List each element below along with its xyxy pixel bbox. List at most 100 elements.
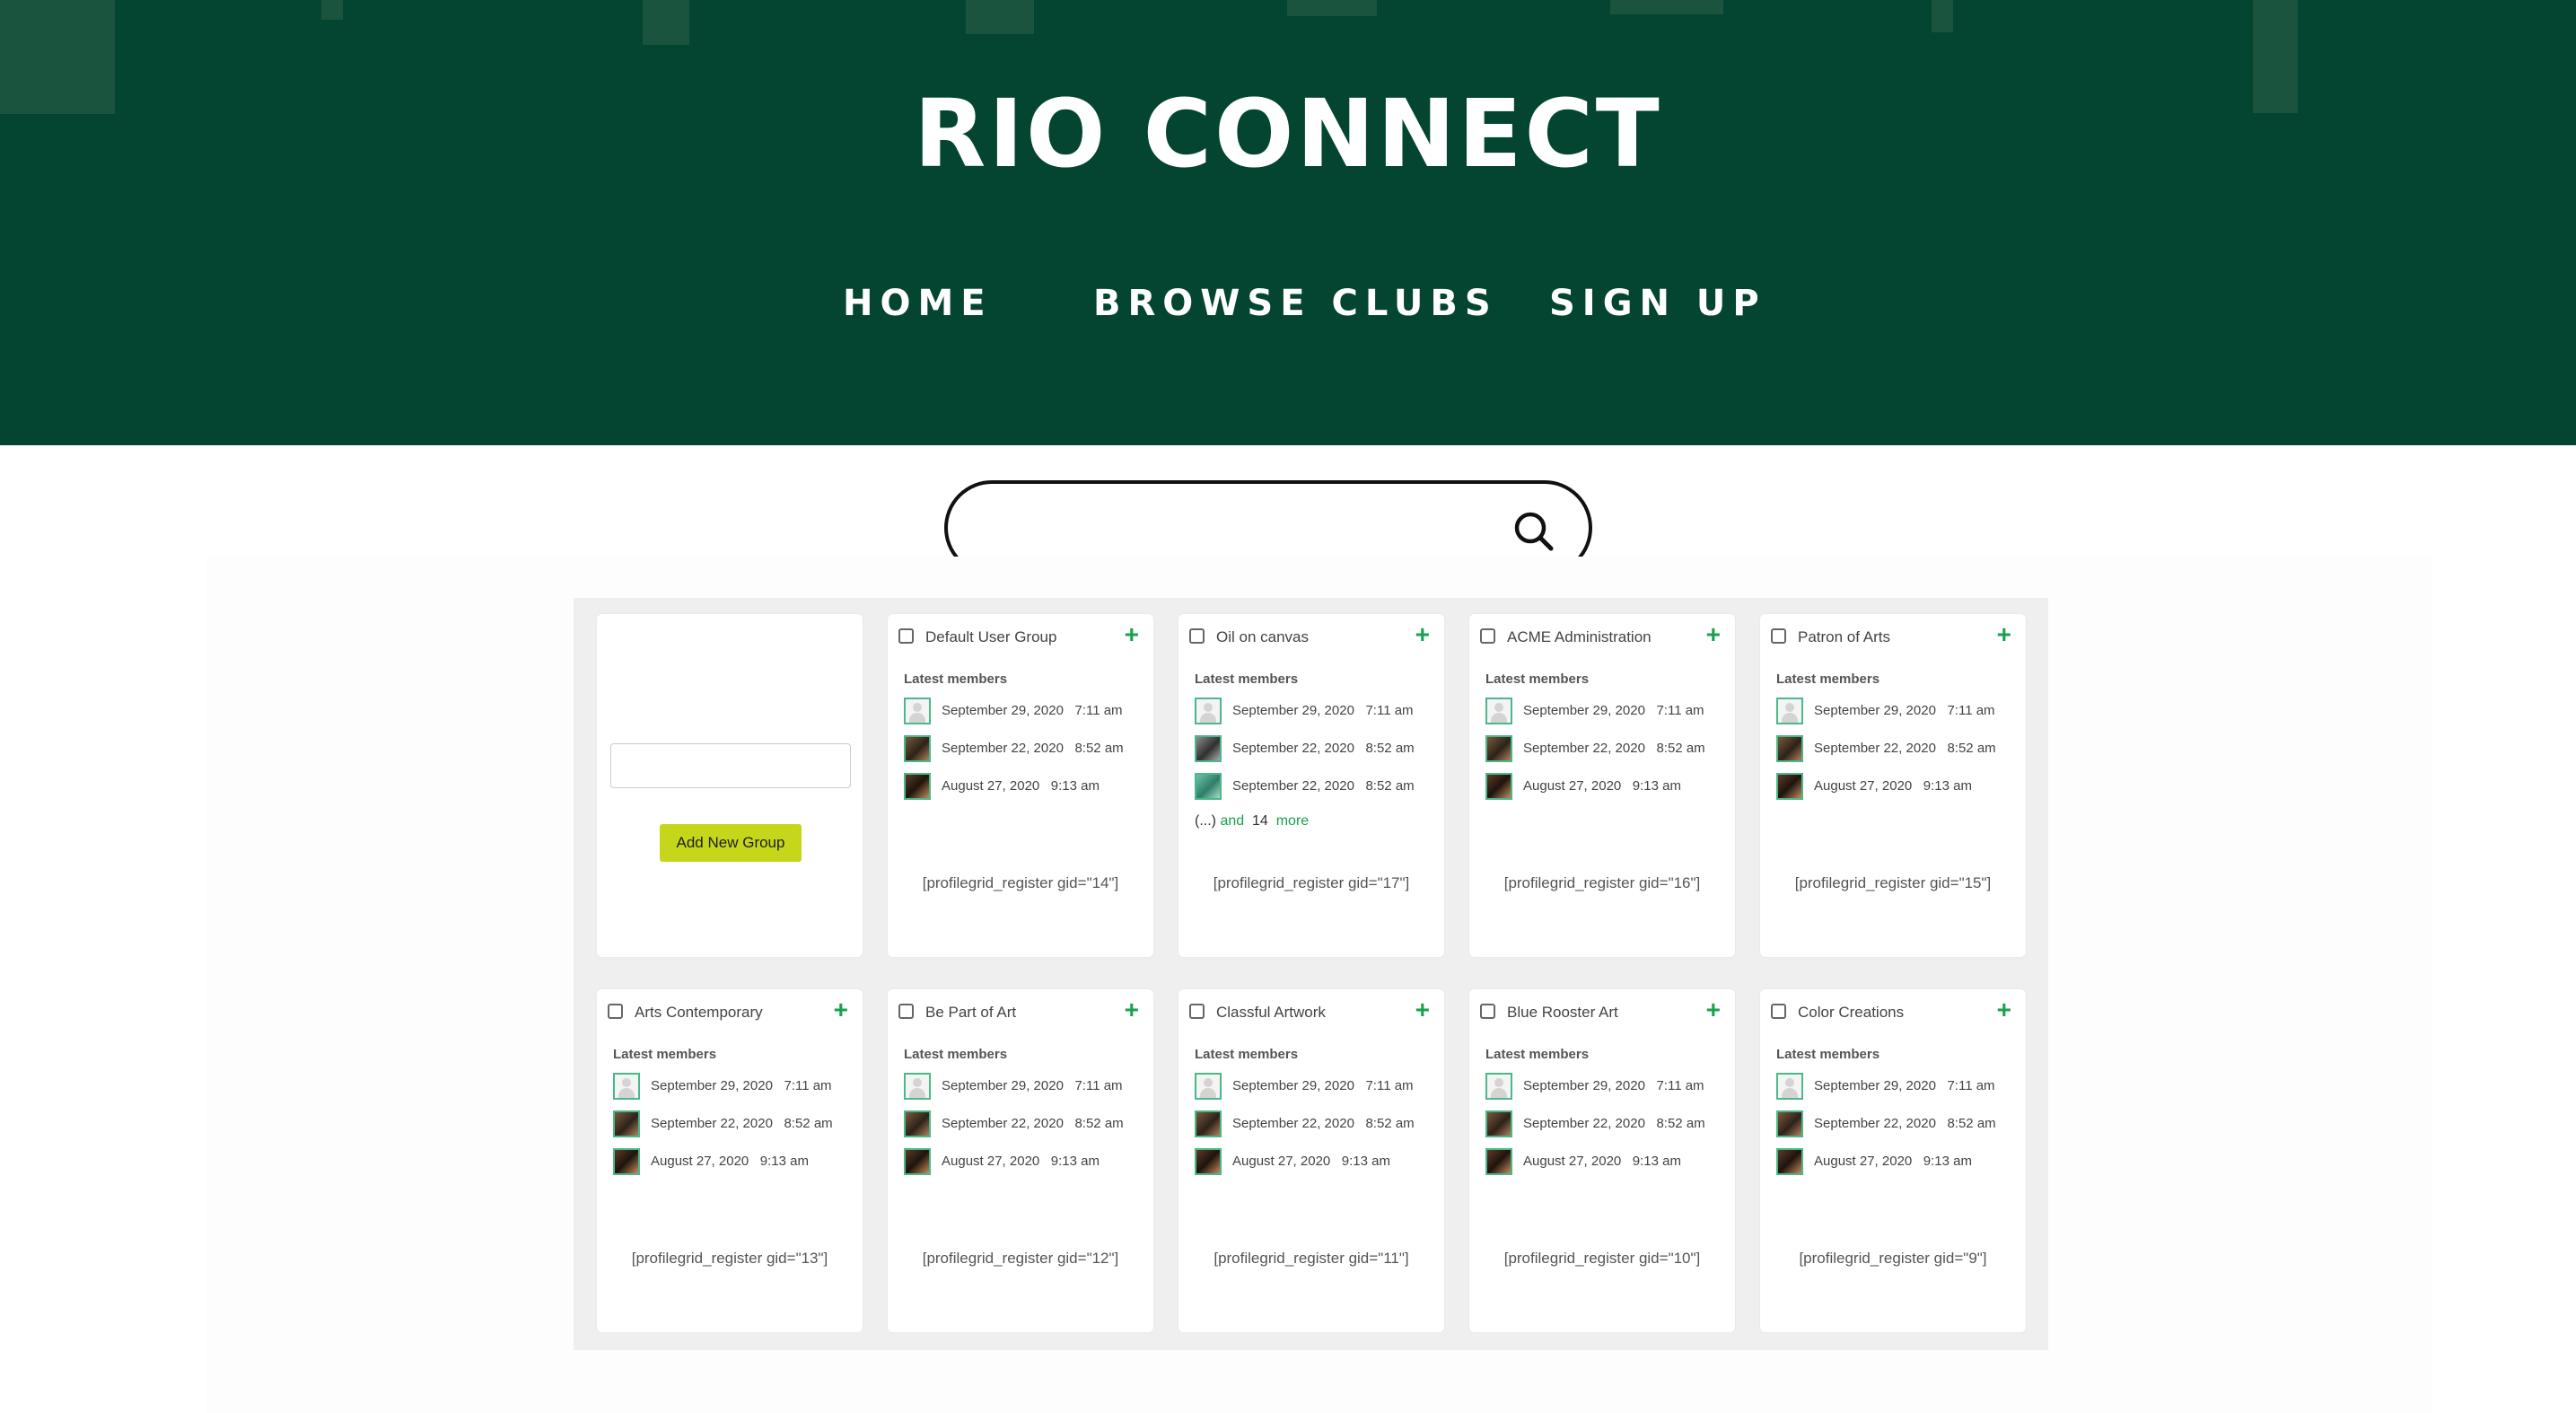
avatar[interactable] bbox=[1195, 1073, 1222, 1100]
member-row: September 29, 2020 7:11 am bbox=[613, 1073, 855, 1103]
register-shortcode: [profilegrid_register gid="15"] bbox=[1794, 874, 1992, 891]
group-name[interactable]: Arts Contemporary bbox=[635, 1004, 763, 1022]
group-card: Arts Contemporary + Latest members Septe… bbox=[597, 989, 863, 1332]
avatar[interactable] bbox=[904, 1073, 931, 1100]
latest-members-label: Latest members bbox=[1485, 671, 1590, 687]
group-select-checkbox[interactable] bbox=[898, 1004, 914, 1019]
group-select-checkbox[interactable] bbox=[898, 628, 914, 644]
avatar[interactable] bbox=[904, 1148, 931, 1175]
member-joined-date: September 29, 2020 7:11 am bbox=[1523, 703, 1704, 718]
group-name[interactable]: Classful Artwork bbox=[1216, 1004, 1326, 1022]
avatar[interactable] bbox=[904, 773, 931, 800]
group-select-checkbox[interactable] bbox=[1480, 1004, 1495, 1019]
search-icon[interactable] bbox=[1511, 509, 1556, 554]
new-group-card: Add New Group bbox=[597, 614, 863, 957]
member-joined-date: September 29, 2020 7:11 am bbox=[942, 1078, 1123, 1093]
member-joined-date: September 29, 2020 7:11 am bbox=[1232, 703, 1414, 718]
member-row: September 22, 2020 8:52 am bbox=[1485, 735, 1728, 766]
avatar[interactable] bbox=[613, 1148, 640, 1175]
member-joined-date: August 27, 2020 9:13 am bbox=[651, 1154, 809, 1169]
avatar[interactable] bbox=[1485, 1073, 1512, 1100]
avatar[interactable] bbox=[904, 1110, 931, 1137]
avatar[interactable] bbox=[1776, 698, 1803, 724]
avatar[interactable] bbox=[1195, 735, 1222, 762]
group-select-checkbox[interactable] bbox=[608, 1004, 623, 1019]
group-card: Oil on canvas + Latest members September… bbox=[1178, 614, 1444, 957]
member-row: September 22, 2020 8:52 am bbox=[613, 1110, 855, 1141]
nav-sign-up-link[interactable]: SIGN UP bbox=[1549, 283, 1766, 324]
member-joined-date: August 27, 2020 9:13 am bbox=[1232, 1154, 1390, 1169]
member-joined-date: September 29, 2020 7:11 am bbox=[942, 703, 1123, 718]
group-name[interactable]: Color Creations bbox=[1798, 1004, 1904, 1022]
register-shortcode: [profilegrid_register gid="12"] bbox=[922, 1250, 1119, 1267]
avatar[interactable] bbox=[1195, 1148, 1222, 1175]
group-select-checkbox[interactable] bbox=[1189, 1004, 1205, 1019]
avatar[interactable] bbox=[613, 1110, 640, 1137]
group-name[interactable]: Oil on canvas bbox=[1216, 628, 1309, 646]
more-members-link[interactable]: and bbox=[1220, 813, 1244, 829]
avatar[interactable] bbox=[1485, 1110, 1512, 1137]
add-new-group-button[interactable]: Add New Group bbox=[660, 824, 802, 862]
register-shortcode: [profilegrid_register gid="10"] bbox=[1503, 1250, 1701, 1267]
avatar[interactable] bbox=[1776, 773, 1803, 800]
plus-icon[interactable]: + bbox=[1125, 997, 1139, 1022]
header-decoration bbox=[321, 0, 343, 20]
nav-home-link[interactable]: HOME bbox=[843, 283, 993, 324]
nav-browse-clubs-link[interactable]: BROWSE CLUBS bbox=[1093, 283, 1498, 324]
avatar[interactable] bbox=[613, 1073, 640, 1100]
plus-icon[interactable]: + bbox=[1997, 622, 2011, 647]
more-members-text: (...) and 14 more bbox=[1195, 813, 1310, 829]
member-joined-date: September 29, 2020 7:11 am bbox=[1523, 1078, 1704, 1093]
member-joined-date: August 27, 2020 9:13 am bbox=[1523, 778, 1681, 794]
plus-icon[interactable]: + bbox=[1706, 997, 1721, 1022]
avatar[interactable] bbox=[904, 698, 931, 724]
avatar[interactable] bbox=[1195, 698, 1222, 724]
group-card: ACME Administration + Latest members Sep… bbox=[1469, 614, 1735, 957]
plus-icon[interactable]: + bbox=[834, 997, 848, 1022]
more-members-link[interactable]: more bbox=[1276, 813, 1309, 829]
header-decoration bbox=[1287, 0, 1377, 16]
avatar[interactable] bbox=[1485, 698, 1512, 724]
avatar[interactable] bbox=[1776, 1073, 1803, 1100]
avatar[interactable] bbox=[1485, 1148, 1512, 1175]
member-row: August 27, 2020 9:13 am bbox=[1776, 773, 2019, 803]
plus-icon[interactable]: + bbox=[1706, 622, 1721, 647]
search-input[interactable] bbox=[984, 500, 1508, 557]
plus-icon[interactable]: + bbox=[1415, 997, 1430, 1022]
member-joined-date: August 27, 2020 9:13 am bbox=[942, 1154, 1100, 1169]
avatar[interactable] bbox=[1195, 1110, 1222, 1137]
group-name[interactable]: Blue Rooster Art bbox=[1507, 1004, 1618, 1022]
member-joined-date: September 29, 2020 7:11 am bbox=[1814, 703, 1995, 718]
group-card: Patron of Arts + Latest members Septembe… bbox=[1760, 614, 2026, 957]
group-name[interactable]: Be Part of Art bbox=[925, 1004, 1016, 1022]
member-joined-date: September 22, 2020 8:52 am bbox=[1232, 778, 1415, 794]
header-decoration bbox=[966, 0, 1034, 34]
avatar[interactable] bbox=[904, 735, 931, 762]
register-shortcode: [profilegrid_register gid="17"] bbox=[1213, 874, 1410, 891]
group-select-checkbox[interactable] bbox=[1480, 628, 1495, 644]
avatar[interactable] bbox=[1485, 735, 1512, 762]
group-select-checkbox[interactable] bbox=[1189, 628, 1205, 644]
avatar[interactable] bbox=[1776, 1148, 1803, 1175]
avatar[interactable] bbox=[1776, 1110, 1803, 1137]
avatar[interactable] bbox=[1776, 735, 1803, 762]
avatar[interactable] bbox=[1485, 773, 1512, 800]
group-select-checkbox[interactable] bbox=[1771, 628, 1786, 644]
plus-icon[interactable]: + bbox=[1125, 622, 1139, 647]
register-shortcode: [profilegrid_register gid="16"] bbox=[1503, 874, 1701, 891]
group-select-checkbox[interactable] bbox=[1771, 1004, 1786, 1019]
group-name[interactable]: Default User Group bbox=[925, 628, 1056, 646]
site-title: RIO CONNECT bbox=[914, 79, 1662, 189]
member-row: September 29, 2020 7:11 am bbox=[1195, 1073, 1437, 1103]
member-joined-date: September 22, 2020 8:52 am bbox=[1814, 1116, 1996, 1131]
group-name[interactable]: Patron of Arts bbox=[1798, 628, 1890, 646]
member-row: September 22, 2020 8:52 am bbox=[1195, 773, 1437, 803]
group-card: Color Creations + Latest members Septemb… bbox=[1760, 989, 2026, 1332]
avatar[interactable] bbox=[1195, 773, 1222, 800]
group-name[interactable]: ACME Administration bbox=[1507, 628, 1652, 646]
plus-icon[interactable]: + bbox=[1415, 622, 1430, 647]
group-card: Classful Artwork + Latest members Septem… bbox=[1178, 989, 1444, 1332]
member-joined-date: September 22, 2020 8:52 am bbox=[1523, 1116, 1705, 1131]
plus-icon[interactable]: + bbox=[1997, 997, 2011, 1022]
new-group-name-input[interactable] bbox=[610, 743, 851, 788]
